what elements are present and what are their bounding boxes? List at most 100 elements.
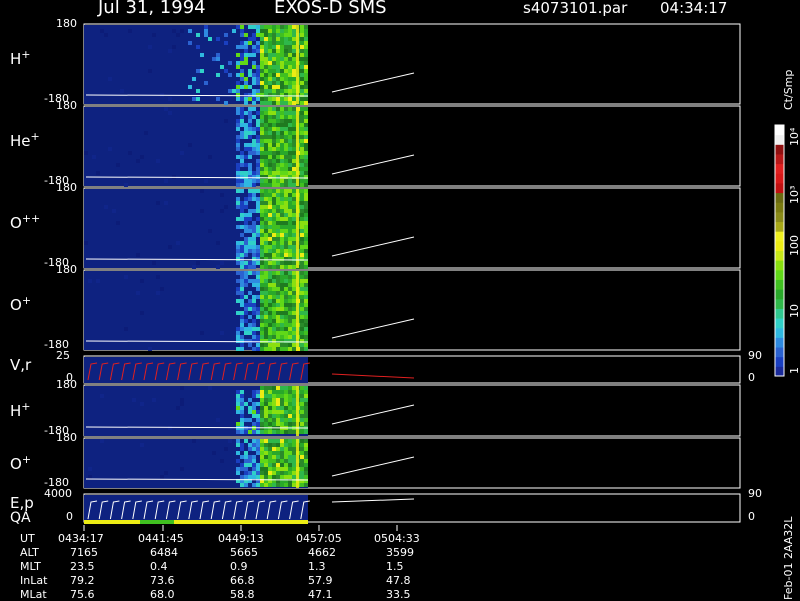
spec-cell xyxy=(252,147,256,151)
spec-cell xyxy=(240,257,244,261)
spec-cell xyxy=(288,147,292,151)
spec-cell xyxy=(252,193,256,197)
spec-cell xyxy=(256,119,260,123)
spec-cell xyxy=(272,467,276,471)
spec-cell xyxy=(272,463,276,467)
spec-cell xyxy=(240,233,244,237)
spec-cell xyxy=(244,127,248,131)
spec-cell xyxy=(300,398,304,402)
spec-cell xyxy=(272,147,276,151)
ephemeris-row-label: UT xyxy=(20,532,35,545)
spec-cell xyxy=(300,123,304,127)
spec-cell xyxy=(276,327,280,331)
spec-cell xyxy=(300,418,304,422)
spec-cell xyxy=(268,151,272,155)
spec-cell xyxy=(252,61,256,65)
spec-cell xyxy=(292,410,296,414)
spec-cell xyxy=(284,127,288,131)
spec-cell xyxy=(220,193,224,197)
spec-cell xyxy=(292,299,296,303)
spec-cell xyxy=(304,97,308,101)
spec-cell xyxy=(288,217,292,221)
spec-cell xyxy=(280,483,284,487)
spec-cell xyxy=(280,101,284,105)
spec-cell xyxy=(240,25,244,29)
spec-cell xyxy=(268,402,272,406)
spec-cell xyxy=(240,29,244,33)
ephemeris-value: 47.8 xyxy=(386,574,411,587)
right-tick-label: 90 xyxy=(748,487,762,500)
spec-cell xyxy=(276,237,280,241)
spec-cell xyxy=(152,261,156,265)
spec-cell xyxy=(240,271,244,275)
spec-cell xyxy=(264,463,268,467)
spec-cell xyxy=(248,249,252,253)
spec-cell xyxy=(212,451,216,455)
spec-cell xyxy=(268,394,272,398)
spec-cell xyxy=(304,155,308,159)
spec-cell xyxy=(260,418,264,422)
spec-cell xyxy=(300,65,304,69)
spec-cell xyxy=(304,327,308,331)
ephemeris-value: 66.8 xyxy=(230,574,255,587)
spec-cell xyxy=(284,171,288,175)
spec-cell xyxy=(260,97,264,101)
spec-cell xyxy=(240,455,244,459)
spec-cell xyxy=(252,406,256,410)
spec-cell xyxy=(192,77,196,81)
spec-cell xyxy=(268,299,272,303)
right-tick-label: 90 xyxy=(748,349,762,362)
spec-cell xyxy=(260,33,264,37)
spec-cell xyxy=(252,37,256,41)
spec-cell xyxy=(280,347,284,351)
spec-cell xyxy=(292,139,296,143)
spec-cell xyxy=(240,85,244,89)
spec-cell xyxy=(268,85,272,89)
spec-cell xyxy=(280,229,284,233)
spec-cell xyxy=(272,123,276,127)
spec-cell xyxy=(280,221,284,225)
spec-cell xyxy=(248,315,252,319)
spec-cell xyxy=(256,151,260,155)
spec-cell xyxy=(304,107,308,111)
spec-cell xyxy=(152,33,156,37)
spec-cell xyxy=(276,398,280,402)
spec-cell xyxy=(224,205,228,209)
spec-cell xyxy=(260,135,264,139)
spec-cell xyxy=(300,422,304,426)
spec-cell xyxy=(300,183,304,187)
spec-cell xyxy=(300,430,304,434)
spec-cell xyxy=(284,37,288,41)
spec-cell xyxy=(236,451,240,455)
spec-cell xyxy=(260,205,264,209)
spec-cell xyxy=(304,29,308,33)
spec-cell xyxy=(252,467,256,471)
spec-cell xyxy=(256,135,260,139)
spec-cell xyxy=(284,343,288,347)
spec-cell xyxy=(240,225,244,229)
spec-cell xyxy=(284,475,288,479)
spec-cell xyxy=(272,253,276,257)
spec-cell xyxy=(236,189,240,193)
colorbar-tick-label: 10³ xyxy=(788,185,800,204)
spec-cell xyxy=(244,279,248,283)
spec-cell xyxy=(300,463,304,467)
spec-cell xyxy=(272,249,276,253)
spec-cell xyxy=(236,402,240,406)
spec-cell xyxy=(268,93,272,97)
spec-cell xyxy=(304,315,308,319)
spec-cell xyxy=(300,386,304,390)
spec-cell xyxy=(292,422,296,426)
colorbar-tick-label: 100 xyxy=(788,235,800,256)
spec-cell xyxy=(252,323,256,327)
spec-cell xyxy=(260,323,264,327)
spec-cell xyxy=(256,41,260,45)
spec-cell xyxy=(268,459,272,463)
spec-cell xyxy=(244,459,248,463)
ephemeris-value: 68.0 xyxy=(150,588,175,601)
spec-cell xyxy=(252,261,256,265)
spec-cell xyxy=(280,115,284,119)
spec-cell xyxy=(292,45,296,49)
spec-cell xyxy=(304,422,308,426)
spec-cell xyxy=(280,189,284,193)
